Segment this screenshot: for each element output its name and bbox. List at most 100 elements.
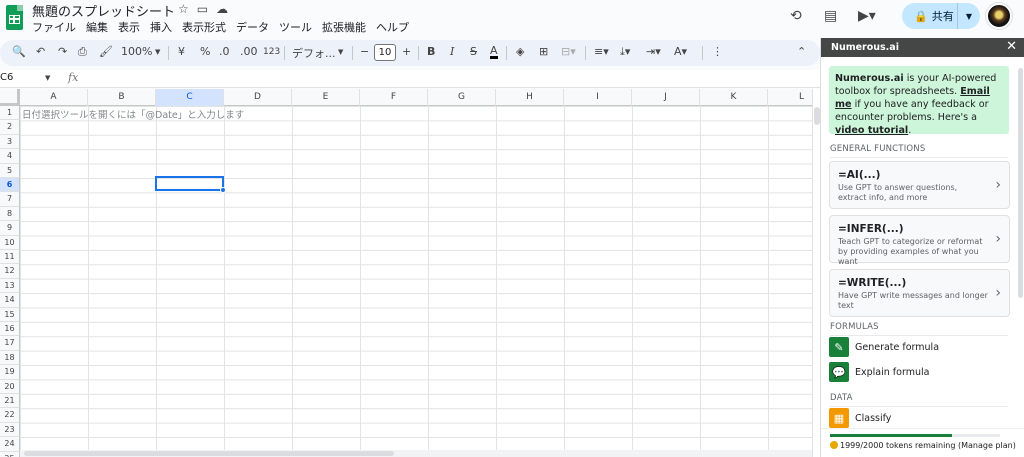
collapse-menus-chevron-up-icon[interactable]: ⌃ (797, 45, 806, 58)
zoom-select[interactable]: 100% (121, 45, 152, 58)
bold-icon[interactable]: B (427, 45, 435, 58)
document-title[interactable]: 無題のスプレッドシート (32, 1, 175, 20)
column-header-a[interactable]: A (20, 89, 88, 106)
percent-format-button[interactable]: % (200, 45, 210, 58)
number-format-button[interactable]: 123 (263, 47, 280, 57)
strikethrough-icon[interactable]: S (470, 45, 477, 58)
borders-icon[interactable]: ⊞ (539, 45, 548, 58)
row-header-24[interactable]: 24 (0, 437, 20, 452)
share-options-chevron-icon[interactable]: ▼ (958, 12, 980, 21)
star-icon[interactable]: ☆ (178, 2, 189, 16)
redo-icon[interactable]: ↷ (58, 45, 67, 58)
panel-scroll-thumb[interactable] (1018, 68, 1023, 298)
horizontal-align-icon[interactable]: ≡▾ (594, 45, 609, 58)
generate-formula-button[interactable]: ✎ Generate formula (829, 336, 939, 358)
column-header-c[interactable]: C (156, 89, 224, 106)
menu-extensions[interactable]: 拡張機能 (322, 19, 366, 35)
row-header-1[interactable]: 1 (0, 106, 20, 121)
font-select[interactable]: デフォ... (292, 45, 336, 61)
ai-function-card[interactable]: =AI(...) Use GPT to answer questions, ex… (829, 161, 1010, 209)
row-header-18[interactable]: 18 (0, 350, 20, 366)
paint-format-icon[interactable]: 🖌 (99, 45, 113, 58)
row-header-9[interactable]: 9 (0, 221, 20, 236)
menu-tools[interactable]: ツール (279, 19, 312, 35)
column-header-d[interactable]: D (224, 89, 292, 106)
menu-data[interactable]: データ (236, 19, 269, 35)
text-color-icon[interactable]: A (490, 45, 498, 59)
share-button[interactable]: 🔒 共有 ▼ (902, 3, 980, 29)
font-chevron-icon[interactable]: ▼ (338, 48, 343, 56)
row-header-25[interactable]: 25 (0, 451, 20, 457)
avatar[interactable] (986, 3, 1012, 29)
row-header-2[interactable]: 2 (0, 120, 20, 135)
menu-file[interactable]: ファイル (32, 19, 76, 35)
cell-area[interactable] (20, 106, 812, 457)
menu-view[interactable]: 表示 (118, 19, 140, 35)
italic-icon[interactable]: I (450, 45, 454, 58)
row-header-12[interactable]: 12 (0, 264, 20, 279)
selected-cell[interactable] (155, 176, 224, 191)
horizontal-scroll-thumb[interactable] (24, 451, 394, 456)
row-header-19[interactable]: 19 (0, 365, 20, 380)
row-header-17[interactable]: 17 (0, 336, 20, 351)
column-header-i[interactable]: I (564, 89, 632, 106)
font-size-input[interactable]: 10 (374, 44, 396, 61)
row-header-13[interactable]: 13 (0, 278, 20, 294)
row-header-4[interactable]: 4 (0, 149, 20, 164)
merge-cells-icon[interactable]: ⊟▾ (561, 45, 576, 58)
classify-button[interactable]: ▦ Classify (829, 407, 891, 429)
row-header-22[interactable]: 22 (0, 408, 20, 423)
row-header-3[interactable]: 3 (0, 134, 20, 150)
column-header-h[interactable]: H (496, 89, 564, 106)
more-options-icon[interactable]: ⋮ (712, 45, 723, 58)
tokens-remaining[interactable]: 1999/2000 tokens remaining (Manage plan) (830, 441, 1016, 450)
video-icon[interactable]: ▶▾ (858, 8, 876, 24)
move-folder-icon[interactable]: ▭ (197, 2, 208, 16)
close-icon[interactable]: ✕ (1006, 39, 1017, 54)
increase-decimal-button[interactable]: .00 (240, 45, 258, 58)
search-icon[interactable]: 🔍 (12, 45, 26, 58)
column-header-e[interactable]: E (292, 89, 360, 106)
spreadsheet-grid[interactable]: ABCDEFGHIJKL 1 2 3 4 5 6 7 8 9 10 11 12 13 14 15 16 17 18… (0, 89, 812, 457)
explain-formula-button[interactable]: 💬 Explain formula (829, 361, 929, 383)
row-header-8[interactable]: 8 (0, 206, 20, 222)
fill-color-icon[interactable]: ◈ (516, 45, 524, 58)
row-header-23[interactable]: 23 (0, 422, 20, 438)
increase-font-size-icon[interactable]: + (402, 45, 411, 58)
currency-format-button[interactable]: ¥ (178, 45, 185, 58)
history-icon[interactable]: ⟲ (790, 8, 802, 24)
cloud-status-icon[interactable]: ☁ (216, 2, 228, 16)
comment-icon[interactable]: ▤ (824, 8, 837, 24)
undo-icon[interactable]: ↶ (36, 45, 45, 58)
column-header-l[interactable]: L (768, 89, 812, 106)
column-header-k[interactable]: K (700, 89, 768, 106)
fill-handle[interactable] (220, 187, 226, 193)
row-header-16[interactable]: 16 (0, 322, 20, 337)
video-tutorial-link[interactable]: video tutorial (835, 125, 908, 136)
write-function-card[interactable]: =WRITE(...) Have GPT write messages and … (829, 269, 1010, 317)
sheets-logo-icon[interactable] (6, 5, 23, 30)
vertical-scrollbar[interactable] (812, 89, 820, 457)
name-box-chevron-icon[interactable]: ▼ (45, 74, 50, 82)
infer-function-card[interactable]: =INFER(...) Teach GPT to categorize or r… (829, 215, 1010, 266)
menu-edit[interactable]: 編集 (86, 19, 108, 35)
text-wrapping-icon[interactable]: ⇥▾ (646, 45, 661, 58)
row-header-7[interactable]: 7 (0, 192, 20, 207)
menu-format[interactable]: 表示形式 (182, 19, 226, 35)
row-header-21[interactable]: 21 (0, 394, 20, 409)
column-header-j[interactable]: J (632, 89, 700, 106)
horizontal-scrollbar[interactable] (20, 450, 812, 457)
column-header-b[interactable]: B (88, 89, 156, 106)
zoom-chevron-icon[interactable]: ▼ (155, 48, 160, 56)
print-icon[interactable]: ⎙ (78, 45, 87, 59)
row-header-15[interactable]: 15 (0, 307, 20, 322)
row-header-20[interactable]: 20 (0, 379, 20, 394)
decrease-font-size-icon[interactable]: − (360, 45, 369, 58)
menu-insert[interactable]: 挿入 (150, 19, 172, 35)
row-header-14[interactable]: 14 (0, 293, 20, 308)
select-all-corner[interactable] (0, 89, 20, 106)
decrease-decimal-button[interactable]: .0 (219, 45, 230, 58)
vertical-align-icon[interactable]: ⤓▾ (620, 45, 630, 59)
row-header-5[interactable]: 5 (0, 163, 20, 178)
row-header-6[interactable]: 6 (0, 178, 20, 193)
